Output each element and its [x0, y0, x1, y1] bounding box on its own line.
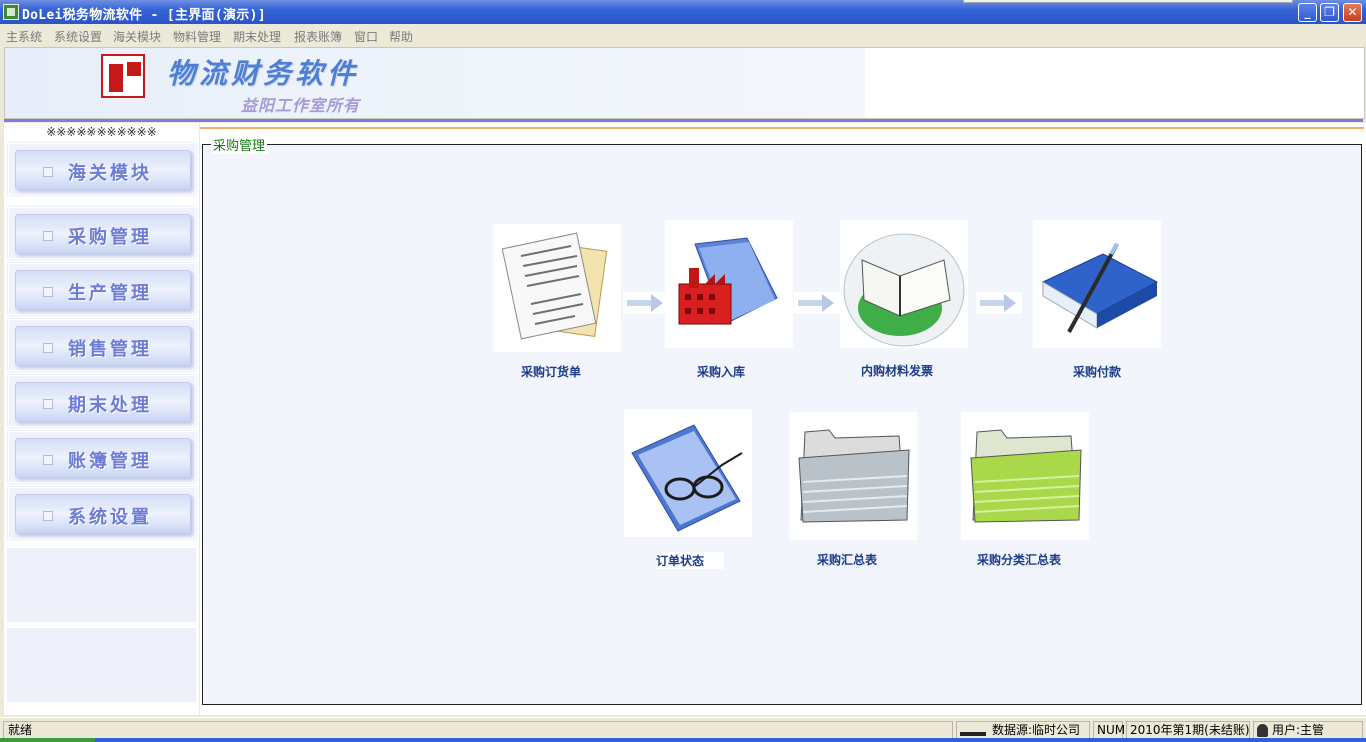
purchase-summary-label[interactable]: 采购汇总表 [817, 551, 877, 568]
sidebar-item-label: 账簿管理 [68, 451, 152, 472]
purchase-payment-label[interactable]: 采购付款 [1073, 363, 1121, 380]
group-title: 采购管理 [211, 135, 268, 154]
restore-button[interactable]: ❐ [1320, 3, 1339, 22]
bullet-icon [43, 287, 53, 297]
folder-glasses-icon [631, 424, 743, 532]
category-summary-tile[interactable] [961, 412, 1089, 540]
menu-customs[interactable]: 海关模块 [113, 28, 161, 45]
banner-art: 物流财务软件 益阳工作室所有 [5, 48, 865, 118]
sidebar-item-label: 销售管理 [68, 339, 152, 360]
bullet-icon [43, 399, 53, 409]
menu-reports[interactable]: 报表账簿 [294, 28, 342, 45]
window-title: DoLei税务物流软件 - [主界面(演示)] [22, 8, 266, 23]
purchase-summary-tile[interactable] [789, 412, 917, 540]
app-icon [3, 4, 19, 20]
category-summary-label[interactable]: 采购分类汇总表 [977, 551, 1061, 568]
sidebar-item-label: 生产管理 [68, 283, 152, 304]
sidebar-header: ※※※※※※※※※※※ [46, 125, 157, 139]
flow-arrow-icon [976, 292, 1022, 314]
open-book-icon [843, 233, 965, 347]
purchase-receipt-tile[interactable] [665, 220, 793, 348]
sidebar-item-purchasing[interactable]: 采购管理 [8, 207, 196, 259]
sidebar-item-production[interactable]: 生产管理 [8, 263, 196, 315]
printer-icon [960, 726, 986, 736]
document-icon [501, 232, 608, 340]
bullet-icon [43, 343, 53, 353]
flow-arrow-icon [623, 292, 669, 314]
sidebar-item-sales[interactable]: 销售管理 [8, 319, 196, 371]
purchase-order-tile[interactable] [493, 224, 621, 352]
green-folder-icon [970, 429, 1082, 523]
datasource-text: 数据源:临时公司 [992, 723, 1081, 737]
brand-subtitle: 益阳工作室所有 [241, 96, 361, 115]
gray-folder-icon [798, 429, 910, 523]
sidebar-item-period-end[interactable]: 期末处理 [8, 375, 196, 427]
title-bar: DoLei税务物流软件 - [主界面(演示)] _ ❐ ✕ [0, 0, 1366, 24]
menu-window[interactable]: 窗口 [354, 28, 378, 45]
order-status-label[interactable]: 订单状态 [656, 552, 725, 569]
flow-arrow-icon [794, 292, 840, 314]
bullet-icon [43, 231, 53, 241]
purchase-payment-tile[interactable] [1033, 220, 1161, 348]
user-icon [1257, 724, 1268, 737]
title-edge-field [963, 0, 1293, 3]
sidebar-item-label: 海关模块 [68, 163, 152, 184]
material-invoice-tile[interactable] [840, 220, 968, 348]
sidebar-item-ledgers[interactable]: 账簿管理 [8, 431, 196, 483]
user-text: 用户:主管 [1272, 723, 1325, 737]
bullet-icon [43, 167, 53, 177]
bullet-icon [43, 511, 53, 521]
main-area: 采购管理 采购订货单 采购入库 内购材料发票 采购付款 订单状态 采购汇总表 采… [200, 123, 1366, 715]
factory-folder-icon [678, 237, 778, 325]
banner-divider [4, 119, 1363, 122]
banner: 物流财务软件 益阳工作室所有 [4, 47, 1365, 119]
taskbar-green-strip [0, 738, 95, 742]
menu-main-system[interactable]: 主系统 [6, 28, 42, 45]
menu-period-end[interactable]: 期末处理 [233, 28, 281, 45]
main-divider [200, 127, 1364, 129]
sidebar-item-system-settings[interactable]: 系统设置 [8, 487, 196, 539]
order-status-tile[interactable] [624, 409, 752, 537]
sidebar-empty-panel [6, 627, 197, 703]
material-invoice-label[interactable]: 内购材料发票 [861, 362, 933, 379]
minimize-button[interactable]: _ [1298, 3, 1317, 22]
taskbar-blue-strip [95, 738, 1366, 742]
binder-pen-icon [1041, 242, 1159, 333]
sidebar-item-label: 期末处理 [68, 395, 152, 416]
menu-materials[interactable]: 物料管理 [173, 28, 221, 45]
sidebar-item-label: 系统设置 [68, 507, 152, 528]
menu-system-settings[interactable]: 系统设置 [54, 28, 102, 45]
bullet-icon [43, 455, 53, 465]
purchase-order-label[interactable]: 采购订货单 [521, 363, 581, 380]
sidebar-item-customs[interactable]: 海关模块 [8, 143, 196, 195]
brand-title: 物流财务软件 [167, 57, 360, 90]
sidebar: ※※※※※※※※※※※ 海关模块 采购管理 生产管理 销售管理 期末处理 账簿管… [4, 123, 199, 715]
menu-bar: 主系统 系统设置 海关模块 物料管理 期末处理 报表账簿 窗口 帮助 [0, 24, 1366, 46]
purchase-receipt-label[interactable]: 采购入库 [697, 363, 745, 380]
close-button[interactable]: ✕ [1343, 3, 1362, 22]
menu-help[interactable]: 帮助 [389, 28, 413, 45]
sidebar-item-label: 采购管理 [68, 227, 152, 248]
sidebar-empty-panel [6, 547, 197, 623]
purchase-group: 采购管理 采购订货单 采购入库 内购材料发票 采购付款 订单状态 采购汇总表 采… [202, 135, 1362, 705]
seal-logo [101, 54, 145, 98]
